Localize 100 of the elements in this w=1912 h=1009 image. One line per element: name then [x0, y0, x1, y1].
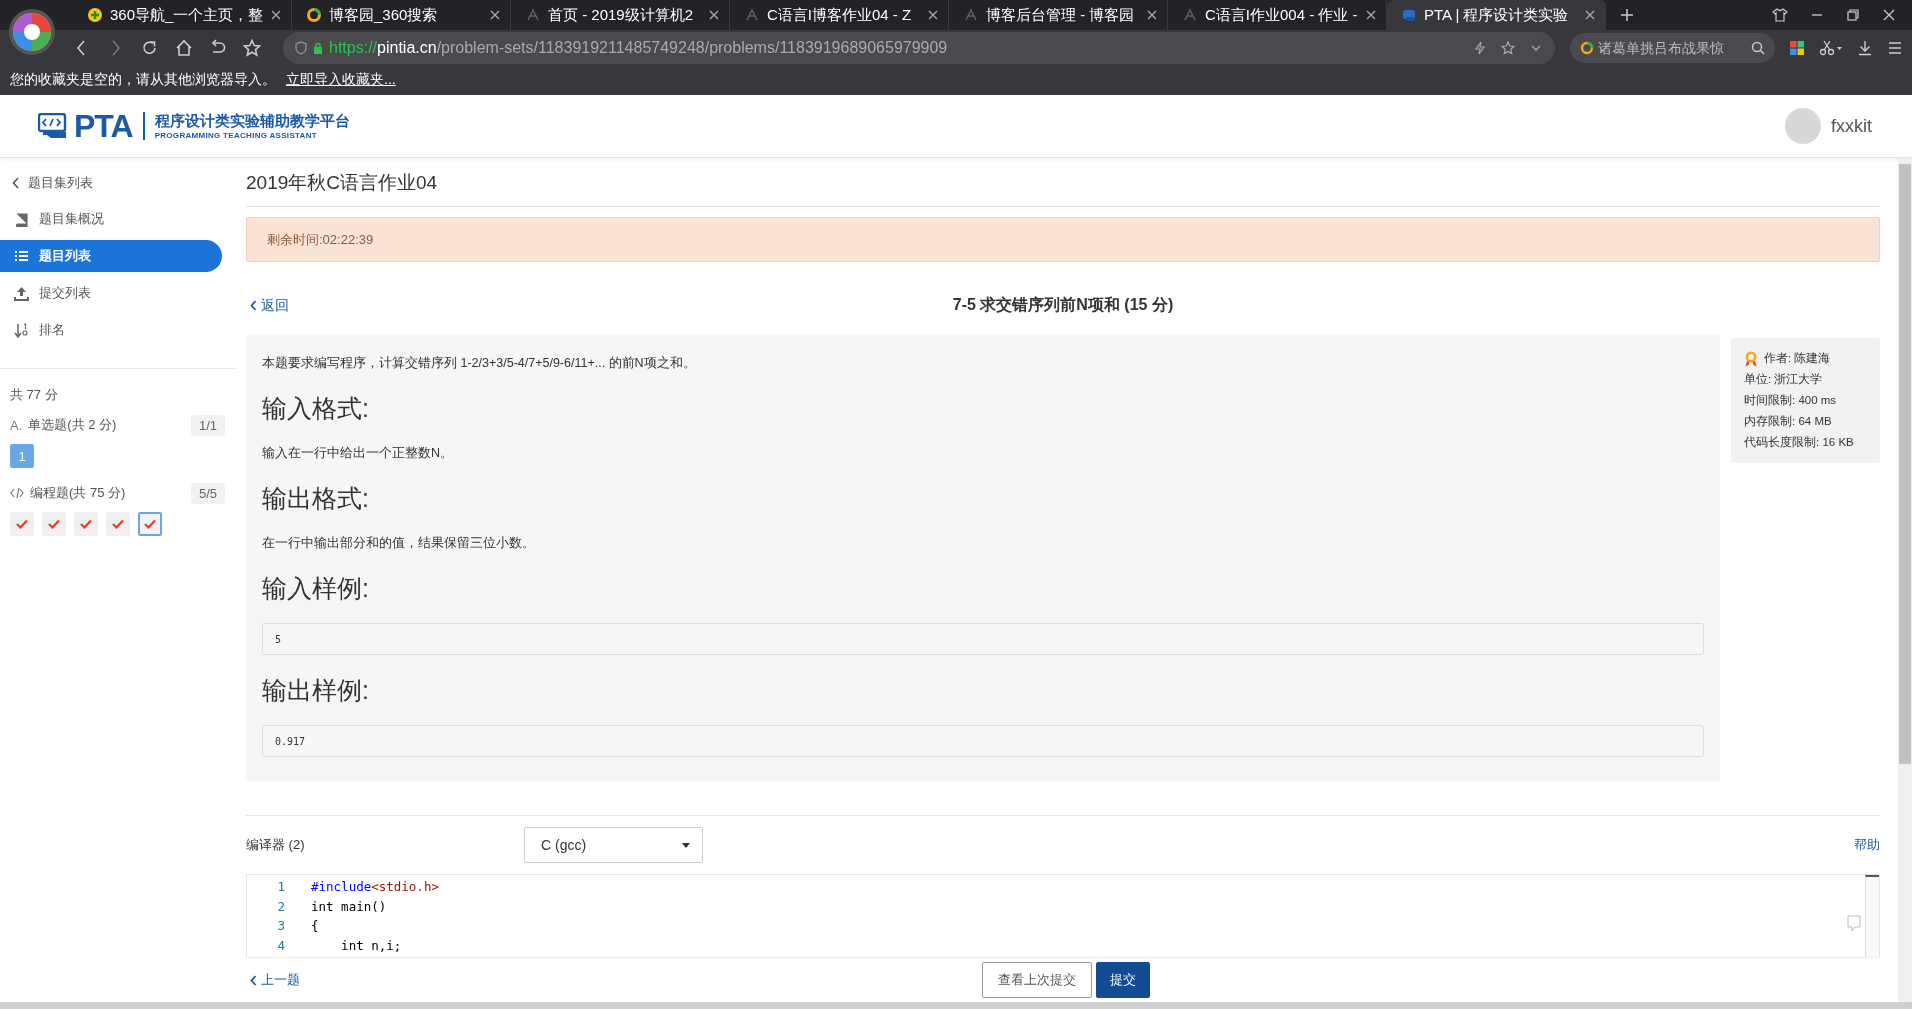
star-icon[interactable] — [243, 38, 261, 57]
code-line: int main() — [311, 898, 387, 914]
back-link[interactable]: 返回 — [246, 296, 289, 315]
problem-button[interactable] — [42, 512, 66, 536]
sidebar-item[interactable]: 提交列表 — [0, 277, 222, 309]
close-icon[interactable] — [1585, 10, 1595, 20]
back-link[interactable]: 题目集列表 — [0, 171, 235, 195]
browser-tab[interactable]: PTA | 程序设计类实验 — [1387, 0, 1606, 30]
line-number: 1 — [276, 879, 285, 895]
ring-icon — [1580, 40, 1594, 55]
close-icon[interactable] — [490, 10, 500, 20]
close-icon[interactable] — [1366, 10, 1376, 20]
info-text: 单位: 浙江大学 — [1744, 372, 1823, 387]
close-icon[interactable] — [271, 10, 281, 20]
list-icon — [14, 248, 29, 264]
browser-tab[interactable]: 博客园_360搜索 — [292, 0, 511, 30]
apps-icon[interactable] — [1789, 39, 1805, 56]
progress-badge: 1/1 — [190, 414, 225, 436]
award-icon — [1744, 350, 1758, 367]
info-text: 内存限制: 64 MB — [1744, 414, 1832, 429]
sidebar-item[interactable]: 题目列表 — [0, 240, 222, 272]
close-icon[interactable] — [928, 10, 938, 20]
upload-icon — [14, 285, 29, 301]
problem-button[interactable] — [74, 512, 98, 536]
section-heading: 输出样例: — [262, 675, 370, 706]
url-text: https://pintia.cn/problem-sets/1183919211485749248/problems/1183919689065979909 — [329, 38, 948, 57]
problem-title: 7-5 求交错序列前N项和 (15 分) — [952, 295, 1174, 315]
shirt-icon[interactable] — [1772, 8, 1788, 22]
info-text: 代码长度限制: 16 KB — [1744, 435, 1854, 450]
sidebar-item[interactable]: 题目集概况 — [0, 203, 222, 235]
browser-tab[interactable]: C语言I博客作业04 - Z — [730, 0, 949, 30]
line-number: 3 — [276, 918, 285, 934]
shield-icon[interactable] — [295, 40, 307, 55]
bookmark-message: 您的收藏夹是空的，请从其他浏览器导入。 — [10, 71, 276, 89]
code-line: #include<stdio.h> — [311, 879, 439, 895]
last-submission-button[interactable]: 查看上次提交 — [981, 962, 1092, 998]
browser-tab[interactable]: 360导航_一个主页，整 — [73, 0, 292, 30]
page-scrollbar[interactable] — [1898, 158, 1912, 1002]
code-line: int n,i; — [340, 937, 402, 953]
help-link[interactable]: 帮助 — [1854, 836, 1880, 854]
sort-icon — [14, 322, 29, 338]
pta-icon — [1401, 7, 1417, 23]
info-text: 时间限制: 400 ms — [1744, 393, 1837, 408]
ring-icon — [306, 7, 322, 23]
previous-link[interactable]: 上一题 — [246, 971, 300, 989]
problem-button[interactable] — [138, 512, 162, 536]
star-icon[interactable] — [1501, 40, 1515, 55]
logo-text: PTA — [74, 107, 133, 145]
chevron-left-icon — [250, 974, 257, 986]
section-heading: 输入格式: — [262, 393, 370, 424]
problem-text: 本题要求编写程序，计算交错序列 1-2/3+3/5-4/7+5/9-6/11+... 的前N项之和。 — [262, 355, 697, 372]
reload-icon[interactable] — [141, 38, 159, 57]
editor-scrollbar[interactable] — [1865, 875, 1879, 957]
scissors-icon[interactable] — [1819, 39, 1843, 56]
browser-tab[interactable]: 博客后台管理 - 博客园 — [949, 0, 1168, 30]
score-total: 共 77 分 — [9, 386, 59, 404]
section-title: 单选题(共 2 分) — [28, 416, 118, 434]
problem-button[interactable] — [106, 512, 130, 536]
close-icon[interactable] — [1147, 10, 1157, 20]
download-icon[interactable] — [1857, 39, 1873, 56]
search-field[interactable]: 诸葛单挑吕布战果惊 — [1570, 32, 1775, 63]
chevron-left-icon — [12, 177, 20, 189]
problem-text: 在一行中输出部分和的值，结果保留三位小数。 — [262, 535, 536, 552]
timer-alert: 剩余时间:02:22:39 — [246, 217, 1880, 262]
problem-text: 输入在一行中给出一个正整数N。 — [262, 445, 455, 462]
close-icon[interactable] — [709, 10, 719, 20]
sample-code: 0.917 — [262, 725, 1704, 757]
new-tab-icon[interactable] — [1620, 8, 1634, 22]
tab-favicon-icon — [1182, 7, 1198, 23]
code-editor[interactable]: 1 #include<stdio.h> 2 int main() 3 { 4 int n,i; — [246, 874, 1880, 957]
section-heading: 输入样例: — [262, 573, 370, 604]
line-number: 2 — [276, 898, 285, 914]
compiler-dropdown[interactable]: C (gcc) — [524, 827, 703, 863]
scrollbar-thumb[interactable] — [1899, 164, 1911, 764]
problem-button[interactable] — [10, 512, 34, 536]
restore-icon[interactable] — [1846, 8, 1860, 22]
user-name[interactable]: fxxkit — [1831, 115, 1872, 137]
submit-button[interactable]: 提交 — [1095, 962, 1150, 998]
platform-subtitle: PROGRAMMING TEACHING ASSISTANT — [154, 131, 318, 140]
lightning-icon[interactable] — [1473, 40, 1487, 55]
search-icon[interactable] — [1751, 40, 1765, 55]
section-heading: 输出格式: — [262, 483, 370, 514]
browser-tab[interactable]: 首页 - 2019级计算机2 — [511, 0, 730, 30]
address-field[interactable]: https://pintia.cn/problem-sets/1183919211485749248/problems/1183919689065979909 — [283, 31, 1555, 64]
code-line: { — [311, 918, 319, 934]
progress-badge: 5/5 — [190, 482, 225, 504]
caret-icon — [682, 842, 690, 848]
code-screen-icon — [38, 113, 68, 139]
chevron-left-icon — [250, 300, 257, 311]
sample-code: 5 — [262, 623, 1704, 655]
home-icon[interactable] — [175, 38, 193, 57]
section-title: 编程题(共 75 分) — [30, 484, 127, 502]
menu-icon[interactable] — [1887, 39, 1903, 56]
import-bookmarks-link[interactable]: 立即导入收藏夹... — [286, 71, 396, 89]
section-mark: A. — [10, 417, 23, 433]
tab-favicon-icon — [963, 7, 979, 23]
plus-icon — [87, 7, 103, 23]
sidebar-item[interactable]: 排名 — [0, 314, 222, 346]
close-icon[interactable] — [1882, 8, 1896, 22]
info-text: 作者: 陈建海 — [1764, 351, 1831, 366]
